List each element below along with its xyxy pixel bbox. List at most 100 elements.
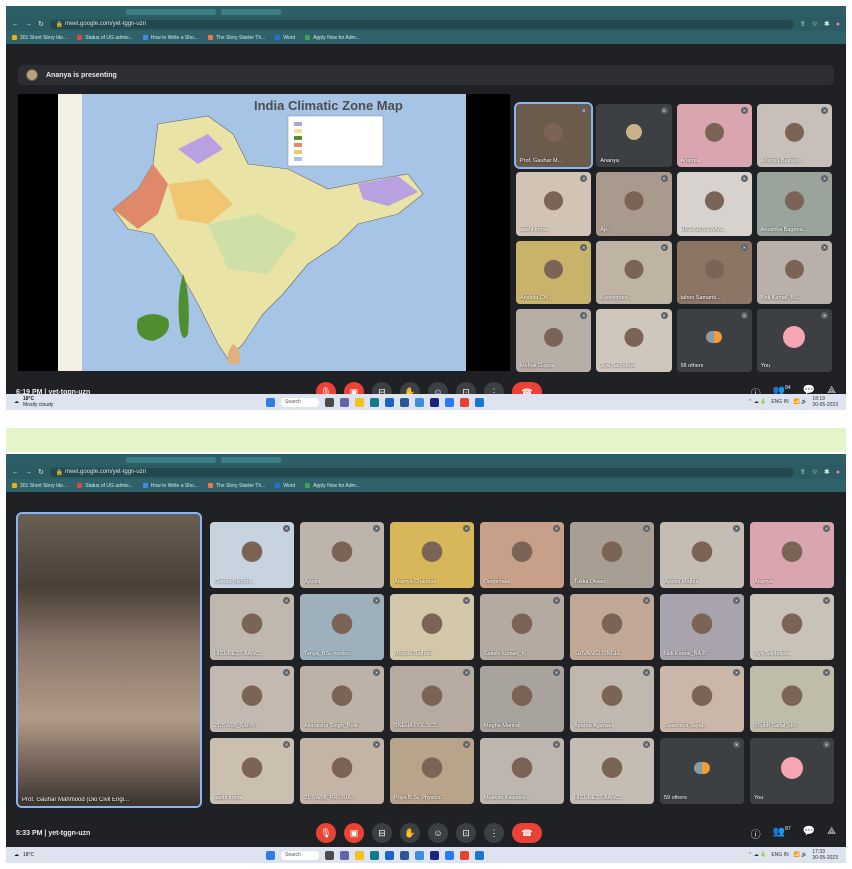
back-icon[interactable]: ← <box>12 21 19 28</box>
file-explorer-icon[interactable] <box>355 850 364 860</box>
extension-icon[interactable]: ✱ <box>824 468 830 476</box>
participant-tile[interactable]: ✕ Mridula Rathore <box>390 594 474 660</box>
participant-tile[interactable]: ✕ 21/SW08_PR.../UA... <box>300 738 384 804</box>
star-icon[interactable]: ☆ <box>812 20 818 28</box>
reload-icon[interactable]: ↻ <box>38 468 44 476</box>
bookmark[interactable]: 301 Short Story Ide... <box>12 483 67 489</box>
participant-tile[interactable]: ✕ Swarnima Jayat... <box>660 666 744 732</box>
participant-tile[interactable]: ✕ Ananya <box>596 104 672 168</box>
participant-tile[interactable]: ✕ Nidi Kamal_BS... <box>756 240 832 304</box>
forward-icon[interactable]: → <box>25 469 32 476</box>
participant-tile[interactable]: ✕ Tanya_BSc honbo... <box>300 594 384 660</box>
edge-icon[interactable] <box>370 850 379 860</box>
end-call-button[interactable]: ☎ <box>512 823 542 843</box>
weather-widget[interactable]: ☁ 18°C Mostly cloudy <box>14 396 53 408</box>
present-button[interactable]: ⊡ <box>456 823 476 843</box>
language-indicator[interactable]: ENG IN <box>771 852 788 858</box>
participant-tile[interactable]: ✕ Megha Manral <box>480 666 564 732</box>
url-field[interactable]: 🔒 meet.google.com/yet-tggn-uzn <box>49 19 794 29</box>
tab[interactable] <box>126 457 216 463</box>
participant-tile[interactable]: ✕ You <box>756 308 832 372</box>
app-icon[interactable] <box>475 850 484 860</box>
tab[interactable] <box>221 457 281 463</box>
clock[interactable]: 17:33 30-05-2023 <box>812 849 838 861</box>
app-icon[interactable] <box>445 397 454 407</box>
store-icon[interactable] <box>385 850 394 860</box>
participant-tile[interactable]: ✕ HIGHNESS AAN... <box>676 172 752 236</box>
wifi-icon[interactable]: 📶 🔊 <box>794 399 808 405</box>
participant-tile[interactable]: ✕ Anshita Ch... <box>516 240 592 304</box>
bookmark[interactable]: Status of UG admis... <box>77 35 133 41</box>
participant-tile[interactable]: ✕ 21/SW06_SANY... <box>210 666 294 732</box>
participant-tile[interactable]: ✕ Sakshi kumari_h... <box>480 594 564 660</box>
captions-button[interactable]: ⊟ <box>372 823 392 843</box>
camera-button[interactable]: ▣ <box>344 823 364 843</box>
start-icon[interactable] <box>266 850 275 860</box>
participant-tile[interactable]: ✕ Ap... <box>596 172 672 236</box>
participant-tile[interactable]: ✕ Chesta Bishnoi... <box>210 522 294 588</box>
participant-tile[interactable]: ✕ 59 others <box>660 738 744 804</box>
participant-tile[interactable]: ✕ Priya B.Sc Physics... <box>390 738 474 804</box>
participant-tile[interactable]: ✕ You <box>750 738 834 804</box>
participant-tile[interactable]: ✕ Jiya Sachdeva <box>750 594 834 660</box>
store-icon[interactable] <box>385 397 394 407</box>
chrome-icon[interactable] <box>460 850 469 860</box>
bookmark[interactable]: How to Write a Sho... <box>142 483 198 489</box>
app-icon[interactable] <box>415 850 424 860</box>
wifi-icon[interactable]: 📶 🔊 <box>794 852 808 858</box>
star-icon[interactable]: ☆ <box>812 468 818 476</box>
activities-icon[interactable]: ⟁ <box>827 826 836 841</box>
info-icon[interactable]: ⓘ <box>751 826 761 841</box>
app-icon[interactable] <box>445 850 454 860</box>
taskbar-search[interactable]: Search <box>281 397 319 407</box>
participant-tile[interactable]: ✕ SHIVANGI SINGH... <box>570 594 654 660</box>
forward-icon[interactable]: → <box>25 21 32 28</box>
profile-icon[interactable]: ● <box>836 469 840 476</box>
profile-icon[interactable]: ● <box>836 21 840 28</box>
clock[interactable]: 18:19 30-05-2023 <box>812 396 838 408</box>
participant-tile[interactable]: ✕ HIGHNESS AANC... <box>210 594 294 660</box>
tab[interactable] <box>126 9 216 15</box>
task-view-icon[interactable] <box>325 397 334 407</box>
participant-tile[interactable]: ✕ HIGHNESS AANC... <box>570 738 654 804</box>
app-icon[interactable] <box>430 397 439 407</box>
url-field[interactable]: 🔒 meet.google.com/yet-tggn-uzn <box>49 467 794 477</box>
back-icon[interactable]: ← <box>12 469 19 476</box>
share-icon[interactable]: ⇪ <box>800 468 806 476</box>
app-icon[interactable] <box>415 397 424 407</box>
participant-tile[interactable]: ✕ Ananya <box>676 104 752 168</box>
bookmark[interactable]: The Story Starter Th... <box>207 35 265 41</box>
bookmark[interactable]: Word <box>275 483 295 489</box>
more-options-button[interactable]: ⋮ <box>484 823 504 843</box>
reload-icon[interactable]: ↻ <box>38 20 44 28</box>
participant-tile[interactable]: ✕ aashi tomar <box>516 172 592 236</box>
mail-icon[interactable] <box>400 850 409 860</box>
participant-tile[interactable]: ✕ Akanksha Singh_Polit... <box>300 666 384 732</box>
app-icon[interactable] <box>430 850 439 860</box>
weather-widget[interactable]: ☁ 18°C <box>14 852 34 858</box>
bookmark[interactable]: Apply Now for Adm... <box>305 35 360 41</box>
participant-tile[interactable]: ✕ Muskan Kawatra... <box>480 738 564 804</box>
participant-tile[interactable]: ✕ Deepmala <box>480 522 564 588</box>
mic-button[interactable]: 🎙 <box>316 823 336 843</box>
participant-tile[interactable]: ✕ Nidi Kamal_BA P... <box>660 594 744 660</box>
participant-tile[interactable]: ✕ Ananya Bajpeyi... <box>756 104 832 168</box>
participant-tile[interactable]: ✕ Ayushi <box>300 522 384 588</box>
chat-icon[interactable]: 💬 <box>803 826 815 841</box>
participant-tile[interactable]: ✕ Aparna Agarwal <box>570 666 654 732</box>
participant-tile[interactable]: ✕ Ayushi Mathur <box>660 522 744 588</box>
raise-hand-button[interactable]: ✋ <box>400 823 420 843</box>
participant-tile[interactable]: ✕ Tulika Diwan <box>570 522 654 588</box>
language-indicator[interactable]: ENG IN <box>771 399 788 405</box>
bookmark[interactable]: Apply Now for Adm... <box>305 483 360 489</box>
reactions-button[interactable]: ☺ <box>428 823 448 843</box>
participant-tile[interactable]: ✕ Kashvinder... <box>596 240 672 304</box>
tray-icons[interactable]: ⌃ ☁ 🔋 <box>748 399 766 405</box>
participant-tile[interactable]: ✕ 68 others <box>676 308 752 372</box>
bookmark[interactable]: 301 Short Story Ide... <box>12 35 67 41</box>
participant-tile[interactable]: ✕ Anushka Bagena... <box>756 172 832 236</box>
participant-tile[interactable]: ✕ Jiya Sachdeva <box>596 308 672 372</box>
file-explorer-icon[interactable] <box>355 397 364 407</box>
app-icon[interactable] <box>475 397 484 407</box>
tab[interactable] <box>221 9 281 15</box>
